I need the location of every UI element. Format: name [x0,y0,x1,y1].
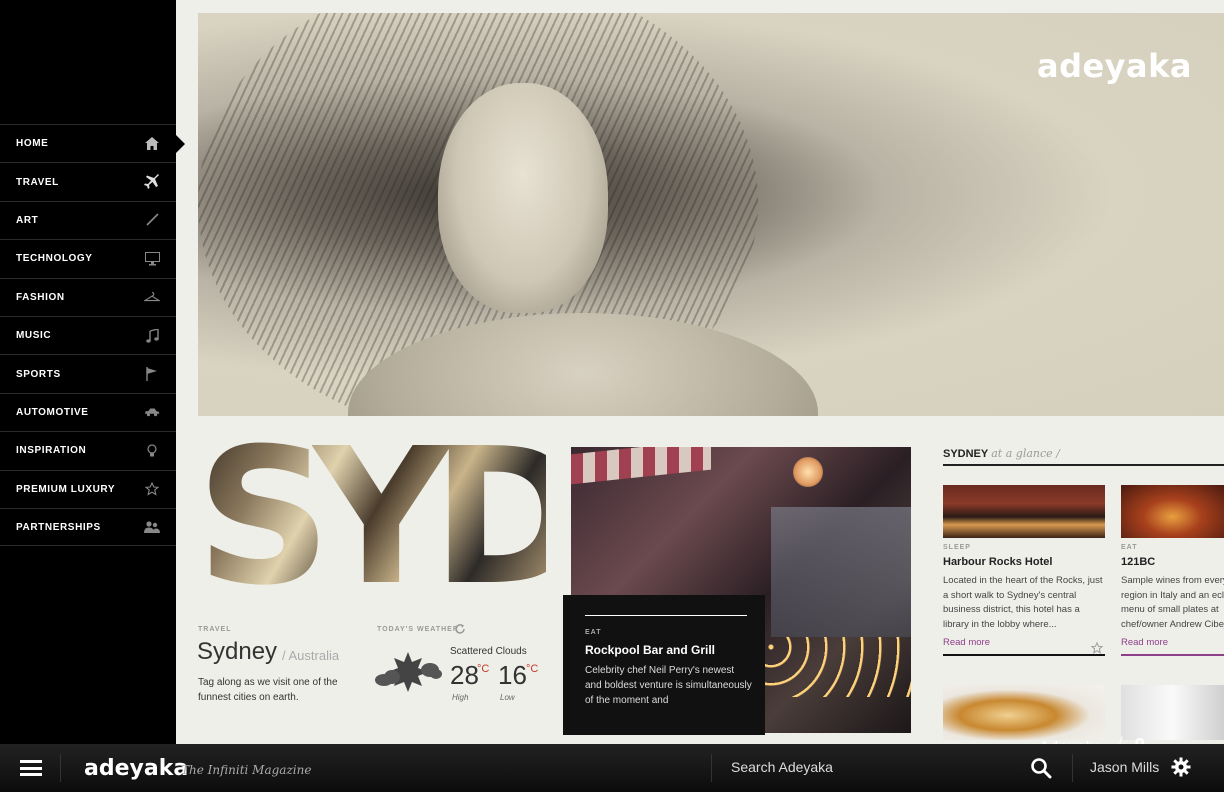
nav-item-label: PREMIUM LUXURY [16,483,116,495]
card-name[interactable]: Harbour Rocks Hotel [943,556,1105,568]
music-note-icon [144,328,160,344]
card-bar [943,654,1105,656]
search-icon[interactable] [1030,757,1052,784]
hero-image[interactable]: adeyaka [198,13,1224,416]
card-category: EAT [1121,544,1138,551]
bottom-tagline: The Infiniti Magazine [181,763,312,777]
people-icon [144,519,160,535]
hero-face [438,83,608,313]
feature-title[interactable]: Rockpool Bar and Grill [585,643,715,657]
nav-item-fashion[interactable]: FASHION [0,277,176,316]
flag-icon [144,366,160,382]
feature-card[interactable]: EAT Rockpool Bar and Grill Celebrity che… [563,595,765,735]
favorite-star-icon[interactable] [1090,641,1104,659]
weather-low-label: Low [500,693,515,702]
nav-item-sports[interactable]: SPORTS [0,354,176,392]
feature-window [771,507,911,637]
read-more-link[interactable]: Read more [943,637,1105,648]
nav-item-label: FASHION [16,291,65,303]
nav-item-premium-luxury[interactable]: PREMIUM LUXURY [0,469,176,508]
card-category: SLEEP [943,544,971,551]
feature-awning [571,447,711,485]
weather-low-unit: °C [526,663,539,675]
glance-card-restaurant[interactable]: EAT 121BC Sample wines from every region… [1121,485,1224,656]
nav-item-label: HOME [16,138,49,150]
weather-high-temp: 28 [450,660,479,690]
hanger-icon [144,289,160,305]
monitor-icon [144,251,160,267]
nav-item-label: INSPIRATION [16,445,87,457]
card-bar [1121,654,1224,656]
glance-header: SYDNEY at a glance / [943,444,1224,466]
feature-card-rule [585,615,747,616]
star-icon [144,481,160,497]
destination-city[interactable]: Sydney [197,638,277,666]
destination-graphic[interactable]: SYD [196,408,588,627]
destination-country: / Australia [282,648,340,663]
nav-item-label: MUSIC [16,330,52,342]
destination-category: TRAVEL [198,626,232,633]
airplane-icon [144,174,160,190]
feature-description: Celebrity chef Neil Perry's newest and b… [585,665,752,706]
nav-item-travel[interactable]: TRAVEL [0,162,176,200]
destination-tagline: Tag along as we visit one of the funnest… [198,677,338,703]
weather-label: TODAY'S WEATHER [377,626,459,633]
nav-item-partnerships[interactable]: PARTNERSHIPS [0,507,176,547]
search-input[interactable]: Search Adeyaka [731,759,833,775]
refresh-icon[interactable] [454,622,466,640]
user-name[interactable]: Jason Mills [1090,759,1159,775]
destination-big-text: SYD [196,408,588,627]
read-more-link[interactable]: Read more [1121,637,1224,648]
bottom-bar: adeyaka The Infiniti Magazine Search Ade… [0,744,1224,792]
card-description: Located in the heart of the Rocks, just … [943,575,1103,630]
weather-high-unit: °C [477,663,490,675]
nav-item-technology[interactable]: TECHNOLOGY [0,239,176,277]
app-root: HOME TRAVEL ART TECHNOLOGY FASHION MUSIC… [0,0,1224,792]
feature-lights [761,637,911,697]
dessert-thumbnail[interactable] [943,685,1105,740]
hero-logo: adeyaka [1036,47,1192,85]
nav-item-label: ART [16,214,39,226]
weather-description: Scattered Clouds [450,646,527,657]
nav-item-label: PARTNERSHIPS [16,521,101,533]
bottom-divider [60,754,61,782]
sun-cloud-icon [374,650,442,697]
nav-item-home[interactable]: HOME [0,124,176,162]
nav-item-inspiration[interactable]: INSPIRATION [0,431,176,469]
home-icon [144,136,160,152]
feature-category: EAT [585,629,602,636]
restaurant-image [1121,485,1224,538]
sidebar: HOME TRAVEL ART TECHNOLOGY FASHION MUSIC… [0,0,176,744]
feature-lamp [793,457,823,487]
bottom-logo[interactable]: adeyaka [84,756,188,781]
hamburger-menu-icon[interactable] [20,760,42,776]
main-nav: HOME TRAVEL ART TECHNOLOGY FASHION MUSIC… [0,124,176,547]
card-name[interactable]: 121BC [1121,556,1224,568]
nav-item-music[interactable]: MUSIC [0,315,176,354]
bottom-divider [711,754,712,782]
brush-icon [144,212,160,228]
hotel-image [943,485,1105,538]
bottom-divider [1072,754,1073,782]
weather-high-label: High [452,693,469,702]
nav-item-label: TECHNOLOGY [16,253,93,265]
lightbulb-icon [144,443,160,459]
glance-subtitle: at a glance / [991,447,1060,460]
nav-item-label: AUTOMOTIVE [16,406,89,418]
gear-icon[interactable] [1171,757,1191,782]
card-description: Sample wines from every region in Italy … [1121,575,1224,630]
nav-item-automotive[interactable]: AUTOMOTIVE [0,392,176,431]
nav-item-art[interactable]: ART [0,200,176,239]
glance-title: SYDNEY [943,448,989,460]
interior-thumbnail[interactable] [1121,685,1224,740]
glance-card-hotel[interactable]: SLEEP Harbour Rocks Hotel Located in the… [943,485,1105,656]
nav-item-label: SPORTS [16,368,61,380]
nav-item-label: TRAVEL [16,176,59,188]
car-icon [144,404,160,420]
weather-low-temp: 16 [498,660,527,690]
